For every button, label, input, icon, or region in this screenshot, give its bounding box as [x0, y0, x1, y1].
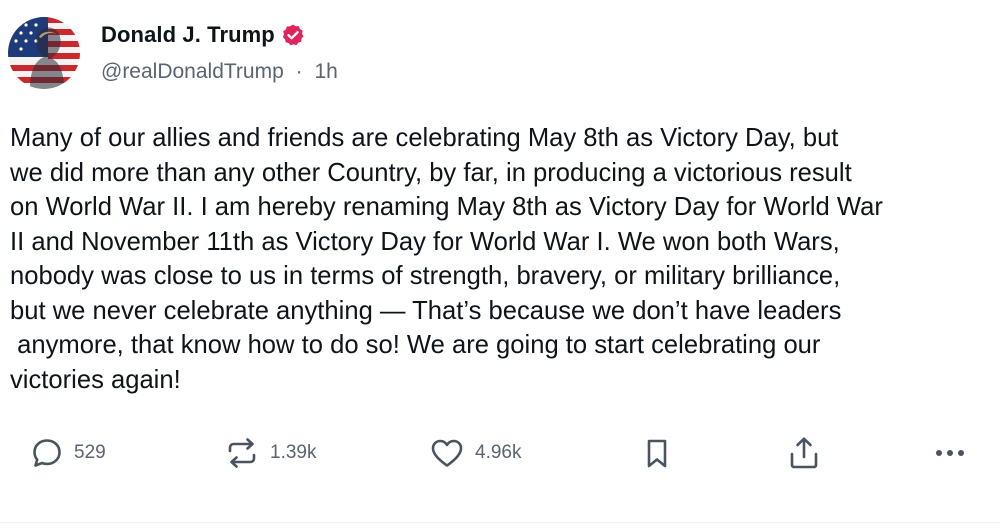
- speech-bubble-icon: [30, 436, 64, 470]
- post-text-line: nobody was close to us in terms of stren…: [10, 262, 841, 290]
- post-text-line: we did more than any other Country, by f…: [10, 158, 852, 187]
- author-display-name[interactable]: Donald J. Trump: [101, 22, 275, 48]
- author-handle[interactable]: @realDonaldTrump: [101, 60, 284, 83]
- bookmark-button[interactable]: [640, 428, 674, 478]
- post-card: Donald J. Trump @realDonaldTrump · 1h Ma…: [0, 0, 1000, 530]
- like-button[interactable]: 4.96k: [429, 428, 521, 478]
- reply-button[interactable]: 529: [30, 428, 106, 478]
- verified-badge-icon: [281, 23, 305, 47]
- post-text-line: anymore, that know how to do so! We are …: [10, 331, 821, 359]
- more-options-button[interactable]: [932, 428, 968, 478]
- post-text-line: on World War II. I am hereby renaming Ma…: [10, 193, 883, 221]
- post-text-line: Many of our allies and friends are celeb…: [10, 124, 839, 152]
- avatar[interactable]: [8, 17, 80, 89]
- post-body-text: Many of our allies and friends are celeb…: [10, 121, 995, 397]
- author-meta-row: @realDonaldTrump · 1h: [101, 60, 338, 84]
- share-upload-icon: [786, 435, 822, 471]
- retruth-button[interactable]: 1.39k: [224, 428, 316, 478]
- post-timestamp[interactable]: 1h: [314, 60, 337, 83]
- more-horizontal-icon: [932, 436, 968, 470]
- bookmark-icon: [640, 436, 674, 470]
- meta-separator: ·: [295, 60, 303, 83]
- post-text-line: II and November 11th as Victory Day for …: [10, 227, 840, 256]
- reply-count: 529: [74, 442, 106, 463]
- post-text-line: but we never celebrate anything — That’s…: [10, 296, 842, 325]
- share-button[interactable]: [786, 428, 822, 478]
- repost-arrows-icon: [224, 436, 260, 470]
- like-count: 4.96k: [475, 442, 522, 463]
- retruth-count: 1.39k: [270, 442, 317, 463]
- post-text-line: victories again!: [10, 365, 181, 394]
- author-name-row: Donald J. Trump: [101, 19, 305, 51]
- avatar-flag-portrait-image: [8, 17, 80, 89]
- post-divider: [0, 522, 1000, 523]
- heart-icon: [429, 436, 465, 470]
- post-action-bar: 529 1.39k 4.96k: [0, 428, 1000, 478]
